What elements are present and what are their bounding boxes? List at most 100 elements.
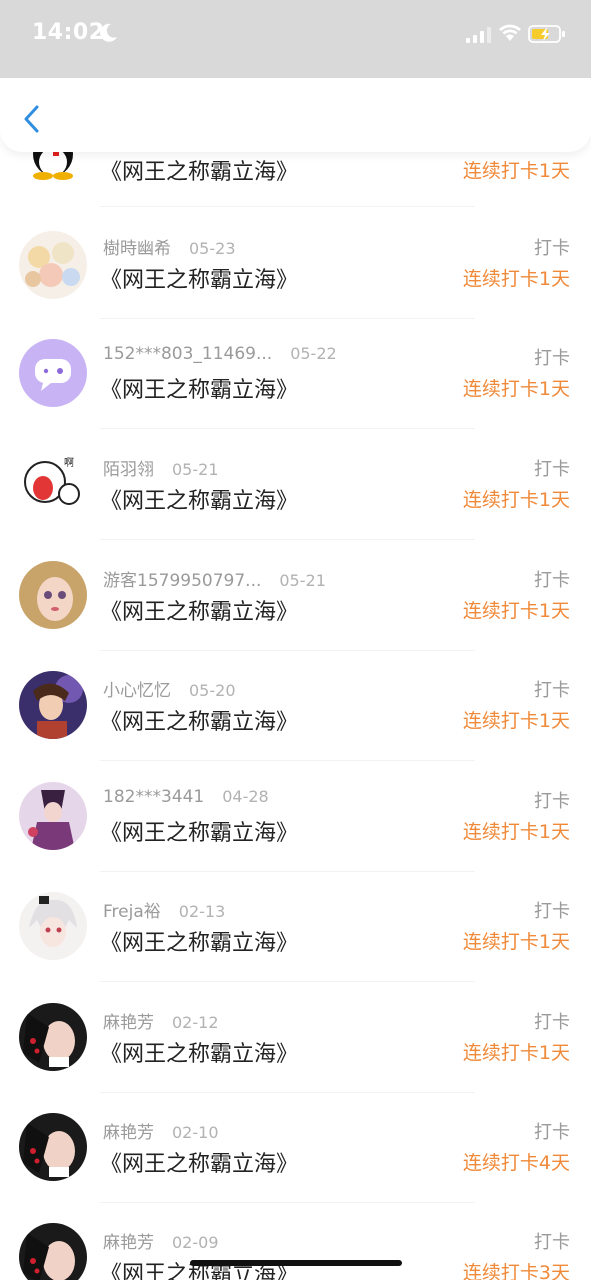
divider: [100, 981, 475, 982]
status-time: 14:02: [32, 20, 105, 45]
user-line: 182***3441 04-28: [103, 787, 269, 811]
user-line: 樹時幽希 05-23: [103, 234, 236, 259]
checkin-type: 打卡: [534, 348, 570, 369]
shouting-cartoon-icon: 啊: [19, 450, 87, 518]
list-item[interactable]: 啊 陌羽翎 05-21 《网王之称霸立海》 打卡 连续打卡1天: [0, 450, 591, 565]
list-item[interactable]: 麻艳芳 02-10 《网王之称霸立海》 打卡 连续打卡4天: [0, 1113, 591, 1228]
checkin-date: 02-09: [172, 1233, 219, 1252]
checkin-date: 05-21: [172, 460, 219, 479]
user-name[interactable]: 152***803_11469...: [103, 344, 272, 364]
user-line: Freja裕 02-13: [103, 897, 226, 922]
avatar[interactable]: [19, 892, 87, 960]
user-name[interactable]: 麻艳芳: [103, 1123, 154, 1143]
user-name[interactable]: 樹時幽希: [103, 239, 171, 259]
user-name[interactable]: 182***3441: [103, 787, 204, 807]
divider: [100, 428, 475, 429]
divider: [100, 206, 475, 207]
user-line: 麻艳芳 02-09: [103, 1228, 219, 1253]
user-name[interactable]: 麻艳芳: [103, 1013, 154, 1033]
user-line: 麻艳芳 02-10: [103, 1118, 219, 1143]
user-name[interactable]: Freja裕: [103, 902, 161, 922]
streak-label: 连续打卡1天: [462, 931, 570, 953]
checkin-type: 打卡: [534, 680, 570, 701]
streak-label: 连续打卡1天: [462, 821, 570, 843]
chat-bubble-icon: [19, 339, 87, 407]
book-title: 《网王之称霸立海》: [100, 489, 299, 514]
avatar[interactable]: [19, 231, 87, 299]
streak-label: 连续打卡1天: [462, 268, 570, 290]
book-title: 《网王之称霸立海》: [100, 600, 299, 625]
book-title: 《网王之称霸立海》: [100, 1042, 299, 1067]
battery-charging-icon: [528, 25, 565, 43]
avatar[interactable]: [19, 1003, 87, 1071]
cellular-signal-icon: [466, 27, 491, 43]
girl-photo-icon: [19, 1223, 87, 1280]
streak-label: 连续打卡1天: [462, 600, 570, 622]
avatar[interactable]: [19, 339, 87, 407]
status-bar: 14:02: [0, 0, 591, 78]
divider: [100, 1092, 475, 1093]
checkin-type: 打卡: [534, 1012, 570, 1033]
wifi-icon: [499, 24, 521, 41]
divider: [100, 650, 475, 651]
list-item[interactable]: 游客1579950797... 05-21 《网王之称霸立海》 打卡 连续打卡1天: [0, 561, 591, 676]
checkin-type: 打卡: [534, 901, 570, 922]
checkin-date: 02-10: [172, 1123, 219, 1142]
list-item[interactable]: 麻艳芳 02-09 《网王之称霸立海》 打卡 连续打卡3天: [0, 1223, 591, 1280]
book-title: 《网王之称霸立海》: [100, 821, 299, 846]
user-name[interactable]: 游客1579950797...: [103, 571, 261, 591]
avatar[interactable]: [19, 782, 87, 850]
checkin-date: 04-28: [222, 787, 269, 806]
girl-photo-icon: [19, 1113, 87, 1181]
avatar[interactable]: 啊: [19, 450, 87, 518]
checkin-date: 05-20: [189, 681, 236, 700]
divider: [100, 1202, 475, 1203]
divider: [100, 539, 475, 540]
avatar[interactable]: [19, 671, 87, 739]
anime-group-icon: [19, 231, 87, 299]
list-item[interactable]: Freja裕 02-13 《网王之称霸立海》 打卡 连续打卡1天: [0, 892, 591, 1007]
user-name[interactable]: 麻艳芳: [103, 1233, 154, 1253]
list-item[interactable]: 152***803_11469... 05-22 《网王之称霸立海》 打卡 连续打…: [0, 339, 591, 454]
checkin-date: 05-22: [290, 344, 337, 363]
streak-label: 连续打卡1天: [462, 1042, 570, 1064]
avatar[interactable]: [19, 1113, 87, 1181]
book-title: 《网王之称霸立海》: [100, 268, 299, 293]
avatar[interactable]: [19, 561, 87, 629]
avatar[interactable]: [19, 1223, 87, 1280]
checkin-list-page: 《网王之称霸立海》 连续打卡1天 樹時幽希 05-23 《网王之称霸立海》 打卡: [0, 0, 591, 1280]
list-item[interactable]: 182***3441 04-28 《网王之称霸立海》 打卡 连续打卡1天: [0, 782, 591, 897]
nav-header: [0, 78, 591, 152]
doll-face-icon: [19, 561, 87, 629]
list-item[interactable]: 樹時幽希 05-23 《网王之称霸立海》 打卡 连续打卡1天: [0, 231, 591, 344]
girl-photo-icon: [19, 1003, 87, 1071]
streak-label: 连续打卡1天: [462, 489, 570, 511]
user-name[interactable]: 陌羽翎: [103, 460, 154, 480]
moon-icon: [100, 23, 117, 42]
user-line: 陌羽翎 05-21: [103, 455, 219, 480]
user-line: 游客1579950797... 05-21: [103, 566, 326, 591]
list-item[interactable]: 小心忆忆 05-20 《网王之称霸立海》 打卡 连续打卡1天: [0, 671, 591, 786]
book-title: 《网王之称霸立海》: [100, 1152, 299, 1177]
streak-label: 连续打卡1天: [462, 378, 570, 400]
checkin-type: 打卡: [534, 791, 570, 812]
checkin-date: 02-12: [172, 1013, 219, 1032]
book-title: 《网王之称霸立海》: [100, 931, 299, 956]
user-line: 152***803_11469... 05-22: [103, 344, 337, 368]
fantasy-warrior-icon: [19, 671, 87, 739]
checkin-date: 02-13: [178, 902, 226, 921]
checkin-date: 05-21: [279, 571, 326, 590]
streak-label: 连续打卡3天: [462, 1262, 570, 1280]
checkin-type: 打卡: [534, 238, 570, 259]
divider: [100, 318, 475, 319]
divider: [100, 760, 475, 761]
checkin-type: 打卡: [534, 570, 570, 591]
purple-anime-icon: [19, 782, 87, 850]
checkin-type: 打卡: [534, 1232, 570, 1253]
streak-label: 连续打卡1天: [462, 710, 570, 732]
back-chevron-icon[interactable]: [20, 104, 44, 134]
list-item[interactable]: 麻艳芳 02-12 《网王之称霸立海》 打卡 连续打卡1天: [0, 1003, 591, 1118]
divider: [100, 871, 475, 872]
user-name[interactable]: 小心忆忆: [103, 681, 171, 701]
home-indicator[interactable]: [190, 1260, 402, 1266]
